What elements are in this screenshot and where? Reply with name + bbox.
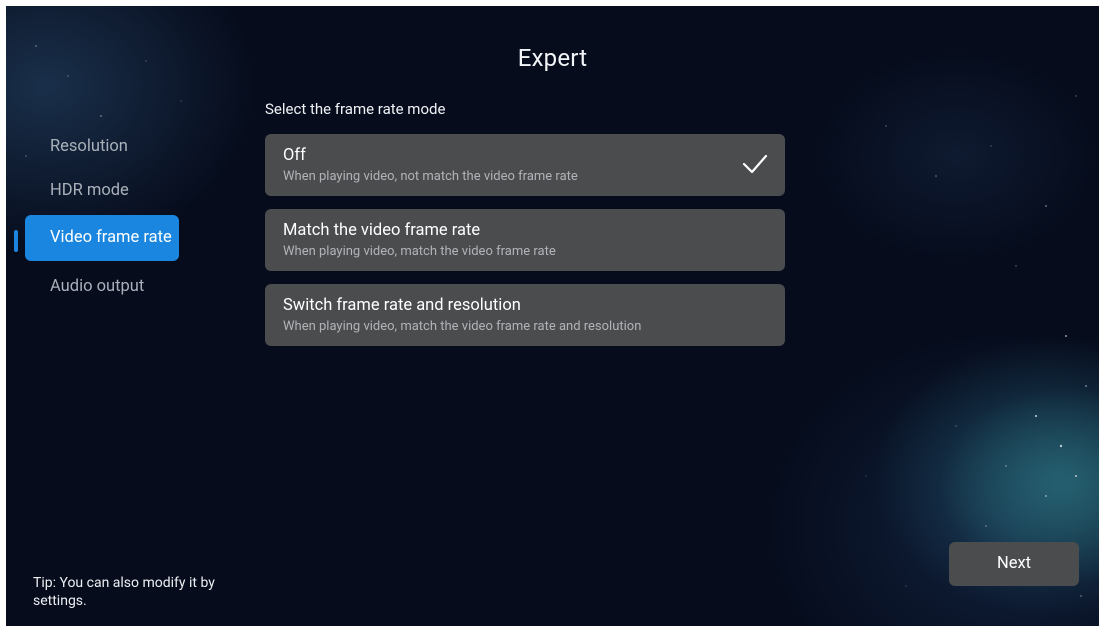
sidebar-item-label: Resolution — [50, 137, 128, 156]
option-description: When playing video, match the video fram… — [283, 319, 642, 334]
sidebar-item-label: Audio output — [50, 277, 145, 296]
option-switch-frame-rate-and-resolution[interactable]: Switch frame rate and resolution When pl… — [265, 284, 785, 346]
option-match-video-frame-rate[interactable]: Match the video frame rate When playing … — [265, 209, 785, 271]
sidebar-item-label: Video frame rate — [50, 228, 172, 247]
option-description: When playing video, not match the video … — [283, 169, 578, 184]
tip-text: Tip: You can also modify it by settings. — [33, 575, 215, 609]
next-button[interactable]: Next — [949, 542, 1079, 586]
option-title: Off — [283, 146, 306, 165]
sidebar-item-audio-output[interactable]: Audio output — [25, 264, 179, 310]
option-off[interactable]: Off When playing video, not match the vi… — [265, 134, 785, 196]
sidebar-item-label: HDR mode — [50, 181, 129, 200]
sidebar-item-hdr-mode[interactable]: HDR mode — [25, 168, 179, 214]
sidebar-item-video-frame-rate[interactable]: Video frame rate — [25, 215, 179, 261]
settings-tip: Tip: You can also modify it by settings. — [33, 574, 223, 610]
check-icon — [742, 154, 768, 174]
expert-settings-screen: Expert Select the frame rate mode Resolu… — [6, 6, 1099, 626]
section-subtitle: Select the frame rate mode — [265, 100, 446, 118]
sidebar-item-resolution[interactable]: Resolution — [25, 124, 179, 170]
sidebar-focus-indicator — [14, 230, 18, 252]
option-title: Switch frame rate and resolution — [283, 296, 521, 315]
option-description: When playing video, match the video fram… — [283, 244, 556, 259]
option-title: Match the video frame rate — [283, 221, 481, 240]
page-title: Expert — [517, 44, 588, 72]
